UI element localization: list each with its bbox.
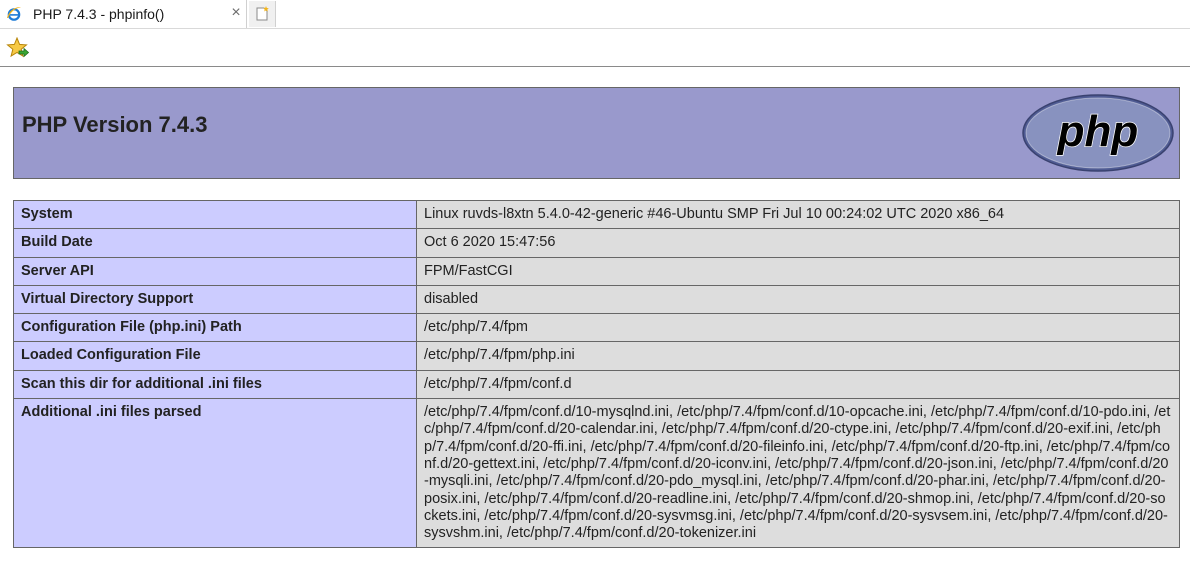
php-header: PHP Version 7.4.3 php [13,87,1180,179]
row-value: /etc/php/7.4/fpm [416,313,1180,343]
table-row: Build Date Oct 6 2020 15:47:56 [13,228,1180,258]
new-tab-icon [256,6,269,21]
row-key: Build Date [13,228,417,258]
favorites-bar [0,29,1190,67]
row-key: Server API [13,256,417,286]
row-key: Configuration File (php.ini) Path [13,313,417,343]
table-row: Scan this dir for additional .ini files /… [13,369,1180,400]
tab-title: PHP 7.4.3 - phpinfo() [33,6,165,22]
row-key: Additional .ini files parsed [13,398,417,549]
info-table: System Linux ruvds-l8xtn 5.4.0-42-generic… [13,199,1180,549]
row-value: /etc/php/7.4/fpm/conf.d [416,369,1180,400]
row-value: Linux ruvds-l8xtn 5.4.0-42-generic #46-U… [416,199,1180,230]
new-tab-button[interactable] [249,1,276,27]
row-value: FPM/FastCGI [416,256,1180,286]
page-content[interactable]: PHP Version 7.4.3 php System Linux ruvds-… [0,67,1190,570]
tab-close-button[interactable]: × [229,4,243,22]
table-row: Loaded Configuration File/etc/php/7.4/fp… [13,341,1180,371]
browser-tab[interactable]: PHP 7.4.3 - phpinfo() × [0,0,247,28]
row-key: Loaded Configuration File [13,341,417,371]
row-value: /etc/php/7.4/fpm/php.ini [416,341,1180,371]
row-value: disabled [416,284,1180,315]
php-logo[interactable]: php [1021,93,1175,178]
table-row: Configuration File (php.ini) Path/etc/ph… [13,313,1180,343]
row-key: Scan this dir for additional .ini files [13,369,417,400]
add-to-favorites-icon[interactable] [6,36,30,64]
php-logo-text: php [1057,107,1139,156]
page-title: PHP Version 7.4.3 [22,112,208,137]
row-key: System [13,199,417,230]
table-row: Virtual Directory Support disabled [13,284,1180,315]
table-row: System Linux ruvds-l8xtn 5.4.0-42-generic… [13,199,1180,230]
table-row: Additional .ini files parsed/etc/php/7.4… [13,398,1180,549]
row-value: /etc/php/7.4/fpm/conf.d/10-mysqlnd.ini, … [416,398,1180,549]
internet-explorer-icon [6,6,22,22]
row-value: Oct 6 2020 15:47:56 [416,228,1180,258]
row-key: Virtual Directory Support [13,284,417,315]
tab-bar: PHP 7.4.3 - phpinfo() × [0,0,1190,29]
table-row: Server API FPM/FastCGI [13,256,1180,286]
